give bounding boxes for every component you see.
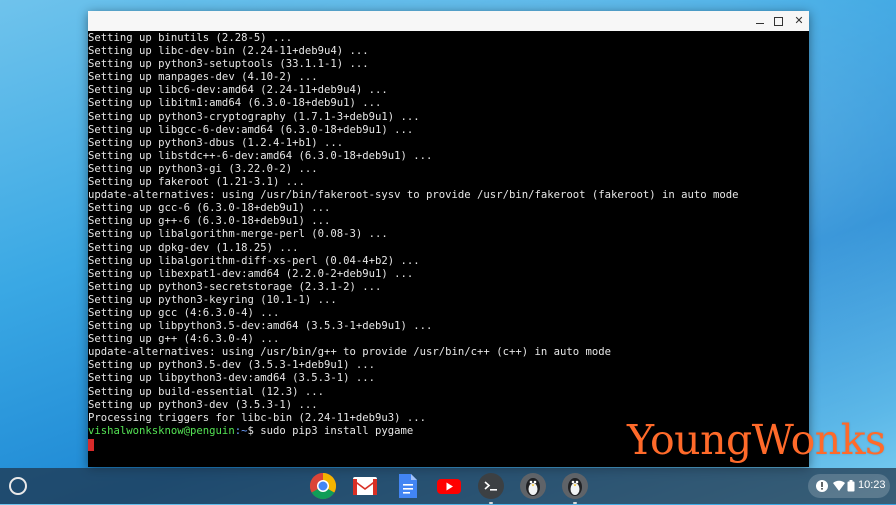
terminal-line: Setting up manpages-dev (4.10-2) ... [88,71,318,84]
terminal-icon[interactable] [477,472,505,504]
terminal-line: Setting up libalgorithm-merge-perl (0.08… [88,228,388,241]
gmail-icon[interactable] [351,472,379,500]
terminal-line: Setting up dpkg-dev (1.18.25) ... [88,241,299,254]
terminal-cursor[interactable] [88,438,94,451]
terminal-line: Setting up libexpat1-dev:amd64 (2.2.0-2+… [88,267,414,280]
prompt-user: vishalwonksknow@penguin [88,424,235,437]
terminal-line: Setting up build-essential (12.3) ... [88,385,324,398]
prompt-symbol: $ [247,424,261,437]
notification-icon [816,480,828,492]
terminal-line: Setting up libc-dev-bin (2.24-11+deb9u4)… [88,45,369,58]
terminal-line: Setting up libitm1:amd64 (6.3.0-18+deb9u… [88,97,382,110]
clock-time: 10:23 [858,479,886,491]
terminal-line: Setting up python3-cryptography (1.7.1-3… [88,110,420,123]
maximize-icon[interactable] [770,13,786,29]
terminal-line: Setting up python3-keyring (10.1-1) ... [88,293,337,306]
terminal-line: Setting up libc6-dev:amd64 (2.24-11+deb9… [88,84,388,97]
linux-penguin-icon[interactable] [519,472,547,500]
terminal-line: Setting up fakeroot (1.21-3.1) ... [88,176,305,189]
terminal-line: Setting up python3-dev (3.5.3-1) ... [88,398,318,411]
terminal-line: Setting up libpython3.5-dev:amd64 (3.5.3… [88,320,433,333]
window-titlebar[interactable]: ✕ [88,11,809,31]
terminal-line: Setting up python3.5-dev (3.5.3-1+deb9u1… [88,359,376,372]
terminal-line: Setting up libgcc-6-dev:amd64 (6.3.0-18+… [88,123,414,136]
terminal-line: Setting up libstdc++-6-dev:amd64 (6.3.0-… [88,149,433,162]
terminal-output[interactable]: Setting up binutils (2.28-5) ... Setting… [88,31,809,468]
launcher-icon[interactable] [9,477,27,495]
close-icon[interactable]: ✕ [791,13,807,29]
status-tray[interactable]: 10:23 [808,474,890,498]
linux-penguin-icon-2[interactable] [561,472,589,504]
youtube-icon[interactable] [435,472,463,500]
terminal-line: Setting up python3-secretstorage (2.3.1-… [88,280,382,293]
terminal-line: Setting up g++-6 (6.3.0-18+deb9u1) ... [88,215,331,228]
prompt-path: :~ [234,424,248,437]
terminal-line: Setting up libpython3-dev:amd64 (3.5.3-1… [88,372,376,385]
terminal-line: Setting up python3-dbus (1.2.4-1+b1) ... [88,136,344,149]
docs-icon[interactable] [393,472,421,500]
terminal-line: update-alternatives: using /usr/bin/g++ … [88,346,611,359]
terminal-line: Setting up gcc-6 (6.3.0-18+deb9u1) ... [88,202,331,215]
command-text: sudo pip3 install pygame [260,424,414,437]
terminal-line: Setting up gcc (4:6.3.0-4) ... [88,306,280,319]
terminal-line: Setting up libalgorithm-diff-xs-perl (0.… [88,254,420,267]
minimize-icon[interactable] [752,13,768,29]
battery-icon [847,480,855,492]
youngwonks-watermark: YoungWonks [627,416,886,464]
terminal-line: Setting up python3-gi (3.22.0-2) ... [88,162,318,175]
terminal-line: Setting up g++ (4:6.3.0-4) ... [88,333,280,346]
chrome-icon[interactable] [309,472,337,500]
terminal-window[interactable]: ✕ Setting up binutils (2.28-5) ... Setti… [88,11,809,467]
terminal-line: update-alternatives: using /usr/bin/fake… [88,189,739,202]
wifi-icon [833,480,845,491]
terminal-line: Setting up binutils (2.28-5) ... [88,32,293,44]
terminal-line: Setting up python3-setuptools (33.1.1-1)… [88,58,369,71]
